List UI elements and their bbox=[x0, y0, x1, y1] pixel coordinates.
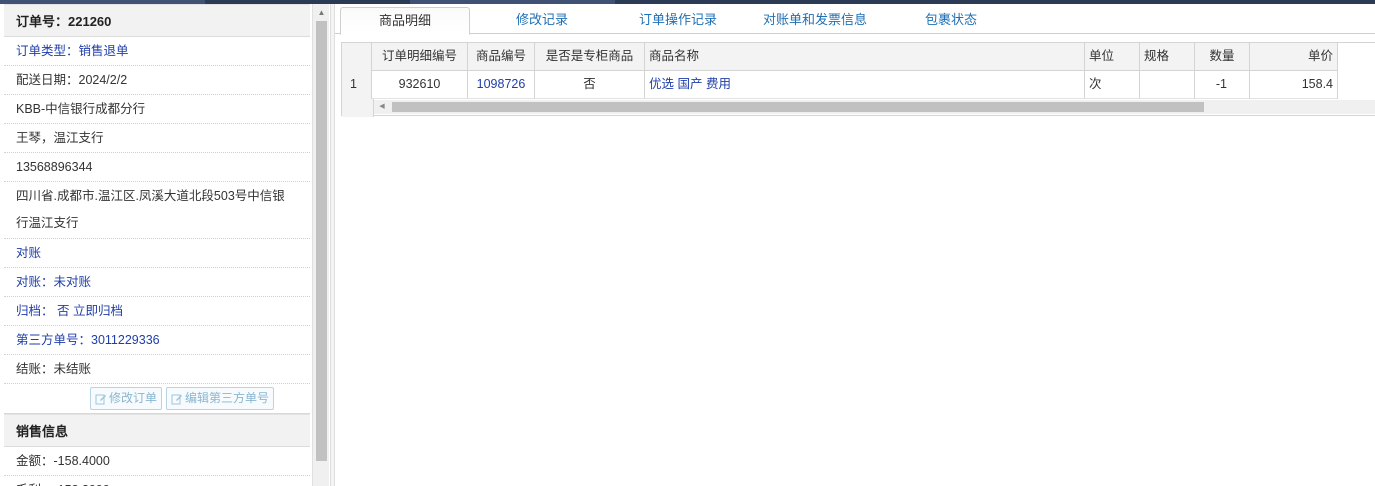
column-header-counter-product[interactable]: 是否是专柜商品 bbox=[535, 43, 645, 71]
reconcile-link[interactable]: 对账 bbox=[4, 239, 310, 268]
column-header-spec[interactable]: 规格 bbox=[1140, 43, 1195, 71]
contact-name: 王琴，温江支行 bbox=[4, 124, 310, 153]
horizontal-scrollbar-thumb[interactable] bbox=[392, 102, 1204, 112]
column-header-index bbox=[342, 43, 372, 71]
edit-icon bbox=[95, 394, 106, 404]
column-header-quantity[interactable]: 数量 bbox=[1195, 43, 1250, 71]
column-header-unit[interactable]: 单位 bbox=[1085, 43, 1140, 71]
order-info-panel: 订单号：221260 订单类型：销售退单 配送日期：2024/2/2 KBB-中… bbox=[0, 4, 330, 486]
contact-phone: 13568896344 bbox=[4, 153, 310, 182]
edit-third-party-label: 编辑第三方单号 bbox=[185, 391, 270, 405]
grid-header: 订单明细编号 商品编号 是否是专柜商品 商品名称 单位 规格 数量 单价 bbox=[342, 43, 1338, 71]
edit-icon bbox=[171, 394, 182, 404]
order-number-title: 订单号：221260 bbox=[4, 4, 310, 37]
column-header-unit-price[interactable]: 单价 bbox=[1250, 43, 1338, 71]
tab-order-operation-log[interactable]: 订单操作记录 bbox=[613, 7, 743, 35]
grid-horizontal-scrollbar[interactable]: ◀ bbox=[374, 100, 1375, 114]
order-type: 订单类型：销售退单 bbox=[4, 37, 310, 66]
product-detail-grid: 订单明细编号 商品编号 是否是专柜商品 商品名称 单位 规格 数量 单价 1 9… bbox=[341, 42, 1375, 117]
tab-statement-invoice[interactable]: 对账单和发票信息 bbox=[750, 7, 880, 35]
edit-third-party-button[interactable]: 编辑第三方单号 bbox=[166, 387, 275, 410]
archive-status[interactable]: 归档： 否 立即归档 bbox=[4, 297, 310, 326]
delivery-date: 配送日期：2024/2/2 bbox=[4, 66, 310, 95]
scroll-left-arrow-icon[interactable]: ◀ bbox=[376, 100, 388, 114]
column-header-product-code[interactable]: 商品编号 bbox=[468, 43, 535, 71]
reconcile-status: 对账：未对账 bbox=[4, 268, 310, 297]
cell-unit-price: 158.4 bbox=[1250, 71, 1338, 99]
detail-panel: 商品明细 修改记录 订单操作记录 对账单和发票信息 包裹状态 订单明细编号 商品… bbox=[335, 4, 1375, 486]
cell-counter-product: 否 bbox=[535, 71, 645, 99]
cell-quantity: -1 bbox=[1195, 71, 1250, 99]
sales-info-title: 销售信息 bbox=[4, 414, 310, 447]
delivery-address: 四川省.成都市.温江区.凤溪大道北段503号中信银 行温江支行 bbox=[4, 182, 310, 239]
third-party-order-number: 第三方单号：3011229336 bbox=[4, 326, 310, 355]
scrollbar-thumb[interactable] bbox=[316, 21, 327, 461]
address-line-2: 行温江支行 bbox=[16, 216, 79, 230]
customer-name: KBB-中信银行成都分行 bbox=[4, 95, 310, 124]
order-actions: 修改订单 编辑第三方单号 bbox=[4, 384, 310, 414]
tab-product-details[interactable]: 商品明细 bbox=[340, 7, 470, 35]
edit-order-label: 修改订单 bbox=[108, 391, 157, 405]
edit-order-button[interactable]: 修改订单 bbox=[89, 387, 162, 410]
row-index: 1 bbox=[342, 71, 372, 99]
sales-amount: 金额：-158.4000 bbox=[4, 447, 310, 476]
tab-bar: 商品明细 修改记录 订单操作记录 对账单和发票信息 包裹状态 bbox=[335, 4, 1375, 35]
grid-row-number-gutter bbox=[342, 99, 374, 117]
cell-product-code[interactable]: 1098726 bbox=[468, 71, 535, 99]
address-line-1: 四川省.成都市.温江区.凤溪大道北段503号中信银 bbox=[16, 189, 285, 203]
table-row[interactable]: 1 932610 1098726 否 优选 国产 费用 次 -1 158.4 bbox=[342, 71, 1338, 99]
scroll-up-arrow-icon[interactable]: ▲ bbox=[313, 4, 330, 21]
cell-detail-id: 932610 bbox=[372, 71, 468, 99]
cell-product-name[interactable]: 优选 国产 费用 bbox=[645, 71, 1085, 99]
column-header-detail-id[interactable]: 订单明细编号 bbox=[372, 43, 468, 71]
cell-spec bbox=[1140, 71, 1195, 99]
column-header-product-name[interactable]: 商品名称 bbox=[645, 43, 1085, 71]
tab-modification-log[interactable]: 修改记录 bbox=[477, 7, 607, 35]
cell-unit: 次 bbox=[1085, 71, 1140, 99]
tab-package-status[interactable]: 包裹状态 bbox=[886, 7, 1016, 35]
left-panel-scrollbar[interactable]: ▲ bbox=[312, 4, 329, 486]
sales-margin: 毛利：-158.3999 bbox=[4, 476, 310, 486]
settle-status: 结账：未结账 bbox=[4, 355, 310, 384]
